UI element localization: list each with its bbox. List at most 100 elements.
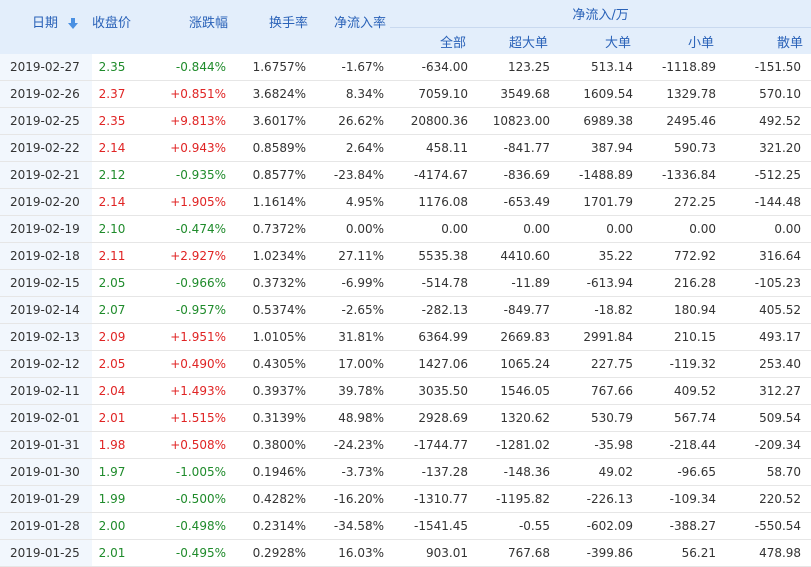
cell-net-large: -399.86 — [556, 539, 639, 567]
cell-net-small: 180.94 — [639, 296, 722, 324]
cell-net-all: -4174.67 — [390, 161, 474, 189]
cell-net-retail: -105.23 — [722, 269, 811, 297]
cell-date: 2019-02-27 — [0, 54, 92, 81]
cell-net-rate: 8.34% — [312, 80, 390, 108]
cell-date: 2019-02-01 — [0, 404, 92, 432]
cell-date: 2019-02-11 — [0, 377, 92, 405]
cell-net-small: 772.92 — [639, 242, 722, 270]
cell-net-retail: 478.98 — [722, 539, 811, 567]
cell-change: +0.508% — [152, 431, 232, 459]
cell-net-all: -634.00 — [390, 54, 474, 81]
cell-net-large: 6989.38 — [556, 107, 639, 135]
cell-net-small: -119.32 — [639, 350, 722, 378]
fund-flow-table: 日期 收盘价 涨跌幅 换手率 净流入率 净流入/万 全部 超大单 大单 小单 散… — [0, 0, 811, 567]
cell-turnover: 0.3139% — [232, 404, 312, 432]
cell-date: 2019-01-31 — [0, 431, 92, 459]
col-header-date-label: 日期 — [32, 16, 59, 31]
cell-date: 2019-02-22 — [0, 134, 92, 162]
cell-net-rate: 0.00% — [312, 215, 390, 243]
cell-net-xl: -11.89 — [474, 269, 556, 297]
col-header-large[interactable]: 大单 — [556, 27, 639, 54]
col-group-net-inflow: 净流入/万 — [390, 0, 811, 28]
cell-net-retail: -512.25 — [722, 161, 811, 189]
col-header-retail[interactable]: 散单 — [722, 27, 811, 54]
cell-net-all: -1310.77 — [390, 485, 474, 513]
cell-close: 2.05 — [92, 269, 152, 297]
cell-net-small: 272.25 — [639, 188, 722, 216]
cell-net-small: -96.65 — [639, 458, 722, 486]
cell-change: +0.943% — [152, 134, 232, 162]
cell-net-retail: -144.48 — [722, 188, 811, 216]
table-row: 2019-02-21 2.12 -0.935% 0.8577% -23.84% -4174… — [0, 161, 811, 189]
cell-net-xl: -1195.82 — [474, 485, 556, 513]
cell-change: -0.500% — [152, 485, 232, 513]
cell-turnover: 0.3937% — [232, 377, 312, 405]
cell-net-xl: -836.69 — [474, 161, 556, 189]
cell-net-retail: -151.50 — [722, 54, 811, 81]
cell-change: +1.905% — [152, 188, 232, 216]
cell-net-rate: -1.67% — [312, 54, 390, 81]
cell-net-rate: -23.84% — [312, 161, 390, 189]
table-row: 2019-01-28 2.00 -0.498% 0.2314% -34.58% -1541… — [0, 512, 811, 540]
cell-net-large: 227.75 — [556, 350, 639, 378]
cell-change: +1.951% — [152, 323, 232, 351]
cell-turnover: 0.3800% — [232, 431, 312, 459]
cell-date: 2019-02-26 — [0, 80, 92, 108]
cell-turnover: 1.0234% — [232, 242, 312, 270]
col-header-all[interactable]: 全部 — [390, 27, 474, 54]
cell-net-all: -1541.45 — [390, 512, 474, 540]
cell-net-rate: -3.73% — [312, 458, 390, 486]
cell-turnover: 0.7372% — [232, 215, 312, 243]
cell-change: +2.927% — [152, 242, 232, 270]
cell-net-xl: -0.55 — [474, 512, 556, 540]
cell-close: 2.35 — [92, 107, 152, 135]
col-header-turnover[interactable]: 换手率 — [232, 0, 312, 54]
cell-net-small: 216.28 — [639, 269, 722, 297]
cell-date: 2019-01-28 — [0, 512, 92, 540]
col-header-xl[interactable]: 超大单 — [474, 27, 556, 54]
cell-net-retail: 220.52 — [722, 485, 811, 513]
cell-net-small: -1336.84 — [639, 161, 722, 189]
cell-net-rate: -6.99% — [312, 269, 390, 297]
col-header-net-rate[interactable]: 净流入率 — [312, 0, 390, 54]
table-row: 2019-01-29 1.99 -0.500% 0.4282% -16.20% -1310… — [0, 485, 811, 513]
cell-net-rate: -24.23% — [312, 431, 390, 459]
cell-turnover: 0.3732% — [232, 269, 312, 297]
cell-net-rate: 31.81% — [312, 323, 390, 351]
cell-date: 2019-02-18 — [0, 242, 92, 270]
cell-change: -0.957% — [152, 296, 232, 324]
cell-net-large: -1488.89 — [556, 161, 639, 189]
cell-date: 2019-02-19 — [0, 215, 92, 243]
cell-net-small: 567.74 — [639, 404, 722, 432]
table-row: 2019-02-01 2.01 +1.515% 0.3139% 48.98% 2928.6… — [0, 404, 811, 432]
cell-net-xl: 767.68 — [474, 539, 556, 567]
cell-date: 2019-01-30 — [0, 458, 92, 486]
cell-net-all: 2928.69 — [390, 404, 474, 432]
col-header-small[interactable]: 小单 — [639, 27, 722, 54]
cell-net-large: -35.98 — [556, 431, 639, 459]
cell-net-xl: -148.36 — [474, 458, 556, 486]
table-row: 2019-02-12 2.05 +0.490% 0.4305% 17.00% 1427.0… — [0, 350, 811, 378]
cell-date: 2019-02-21 — [0, 161, 92, 189]
cell-date: 2019-01-29 — [0, 485, 92, 513]
col-header-change[interactable]: 涨跌幅 — [152, 0, 232, 54]
cell-net-rate: 48.98% — [312, 404, 390, 432]
col-header-close[interactable]: 收盘价 — [92, 0, 152, 54]
cell-net-xl: 4410.60 — [474, 242, 556, 270]
cell-net-small: 2495.46 — [639, 107, 722, 135]
cell-net-small: 1329.78 — [639, 80, 722, 108]
table-row: 2019-02-11 2.04 +1.493% 0.3937% 39.78% 3035.5… — [0, 377, 811, 405]
cell-date: 2019-02-20 — [0, 188, 92, 216]
cell-turnover: 3.6824% — [232, 80, 312, 108]
cell-net-rate: 27.11% — [312, 242, 390, 270]
cell-net-all: 1176.08 — [390, 188, 474, 216]
cell-net-rate: -16.20% — [312, 485, 390, 513]
cell-net-all: 7059.10 — [390, 80, 474, 108]
sort-down-arrow-icon[interactable] — [68, 17, 79, 30]
cell-net-small: 56.21 — [639, 539, 722, 567]
col-header-date[interactable]: 日期 — [0, 0, 92, 54]
cell-net-small: 0.00 — [639, 215, 722, 243]
table-row: 2019-01-31 1.98 +0.508% 0.3800% -24.23% -1744… — [0, 431, 811, 459]
cell-net-large: 35.22 — [556, 242, 639, 270]
table-row: 2019-02-25 2.35 +9.813% 3.6017% 26.62% 20800.… — [0, 107, 811, 135]
